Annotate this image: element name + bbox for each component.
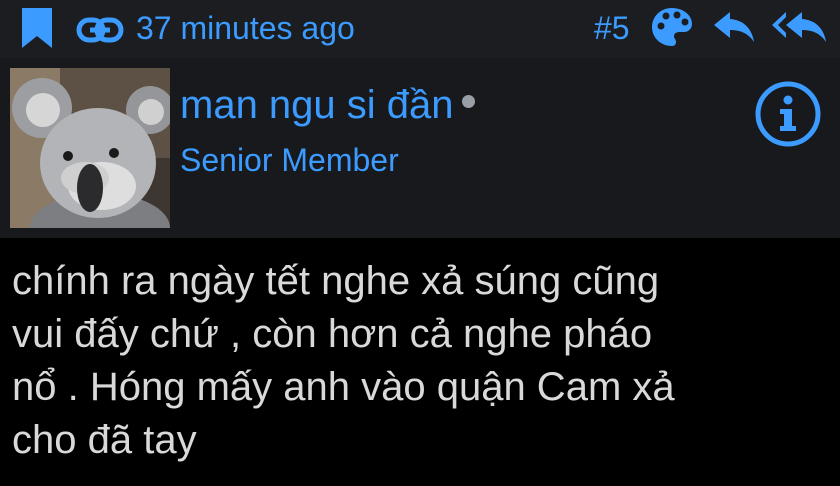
palette-icon[interactable] <box>650 6 694 48</box>
online-status-dot <box>462 95 475 108</box>
reply-icon[interactable] <box>712 10 756 44</box>
post-body-line: cho đã tay <box>12 418 197 462</box>
post-header: 37 minutes ago #5 <box>0 0 840 58</box>
user-info-bar: man ngu si đần Senior Member <box>0 58 840 238</box>
user-rank: Senior Member <box>180 142 399 178</box>
username-link[interactable]: man ngu si đần <box>180 80 454 130</box>
post-body-line: nổ . Hóng mấy anh vào quận Cam xả <box>12 365 675 409</box>
post-timestamp[interactable]: 37 minutes ago <box>136 8 355 48</box>
reply-all-icon[interactable] <box>772 10 828 44</box>
post-body-line: chính ra ngày tết nghe xả súng cũng <box>12 259 660 303</box>
avatar[interactable] <box>10 68 170 228</box>
post-body: chính ra ngày tết nghe xả súng cũng vui … <box>12 255 832 467</box>
link-icon[interactable] <box>76 16 124 44</box>
post-number-link[interactable]: #5 <box>594 8 630 48</box>
bookmark-icon[interactable] <box>20 6 54 50</box>
post-body-line: vui đấy chứ , còn hơn cả nghe pháo <box>12 312 653 356</box>
koala-avatar-image <box>10 68 170 228</box>
info-icon[interactable] <box>754 80 822 148</box>
